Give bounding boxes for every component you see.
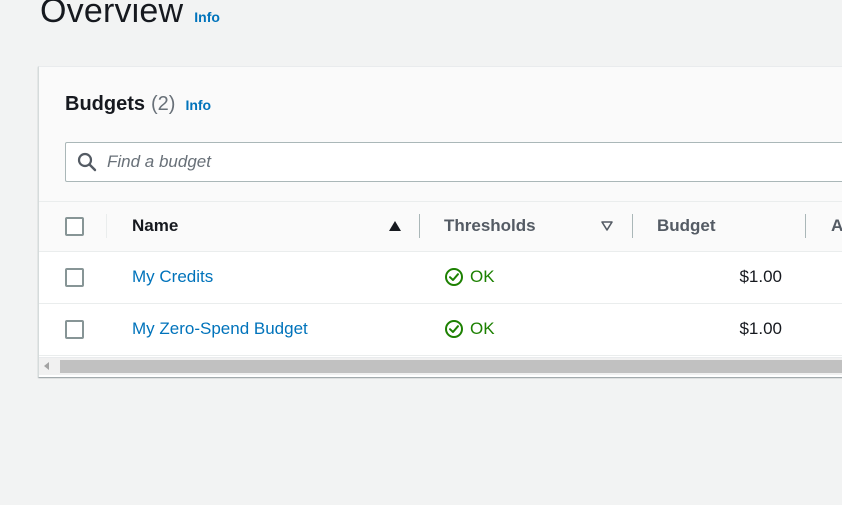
scrollbar-thumb[interactable]: [60, 360, 842, 373]
search-icon: [77, 152, 97, 172]
select-all-checkbox[interactable]: [65, 217, 84, 236]
budgets-heading: Budgets: [65, 93, 145, 115]
threshold-status: OK: [444, 267, 495, 287]
row-checkbox[interactable]: [65, 320, 84, 339]
column-header-name[interactable]: Name: [132, 216, 178, 236]
status-text: OK: [470, 267, 495, 286]
column-divider: [106, 214, 107, 238]
row-checkbox[interactable]: [65, 268, 84, 287]
search-input[interactable]: [105, 151, 809, 173]
budgets-table: Name Thresholds Budget A My Credits: [39, 202, 842, 356]
budgets-panel: Budgets (2) Info Name Thresholds: [38, 66, 842, 377]
table-header-row: Name Thresholds Budget A: [39, 202, 842, 252]
budgets-count: (2): [151, 93, 176, 115]
budget-name-link[interactable]: My Credits: [132, 267, 213, 287]
table-row: My Credits OK $1.00: [39, 252, 842, 304]
scroll-left-arrow-icon[interactable]: [44, 362, 49, 370]
column-header-budget[interactable]: Budget: [657, 216, 716, 236]
page-info-link[interactable]: Info: [194, 9, 220, 25]
budget-name-link[interactable]: My Zero-Spend Budget: [132, 319, 308, 339]
column-header-truncated[interactable]: A: [831, 216, 842, 236]
check-circle-icon: [445, 268, 463, 286]
caret-up-filled-icon[interactable]: [388, 220, 402, 232]
budgets-panel-title: Budgets (2) Info: [65, 93, 211, 116]
table-row: My Zero-Spend Budget OK $1.00: [39, 304, 842, 356]
budget-amount: $1.00: [739, 319, 782, 338]
page-title: Overview: [40, 0, 184, 30]
column-resizer[interactable]: [419, 214, 420, 238]
budgets-info-link[interactable]: Info: [185, 97, 211, 113]
column-resizer[interactable]: [805, 214, 806, 238]
check-circle-icon: [445, 320, 463, 338]
budget-amount: $1.00: [739, 267, 782, 286]
search-box[interactable]: [65, 142, 842, 182]
page-header: Overview Info: [40, 0, 220, 31]
column-header-thresholds[interactable]: Thresholds: [444, 216, 536, 236]
budgets-panel-header: Budgets (2) Info: [39, 67, 842, 202]
column-resizer[interactable]: [632, 214, 633, 238]
horizontal-scrollbar[interactable]: [39, 357, 842, 375]
caret-down-outline-icon[interactable]: [600, 220, 614, 232]
status-text: OK: [470, 319, 495, 338]
threshold-status: OK: [444, 319, 495, 339]
